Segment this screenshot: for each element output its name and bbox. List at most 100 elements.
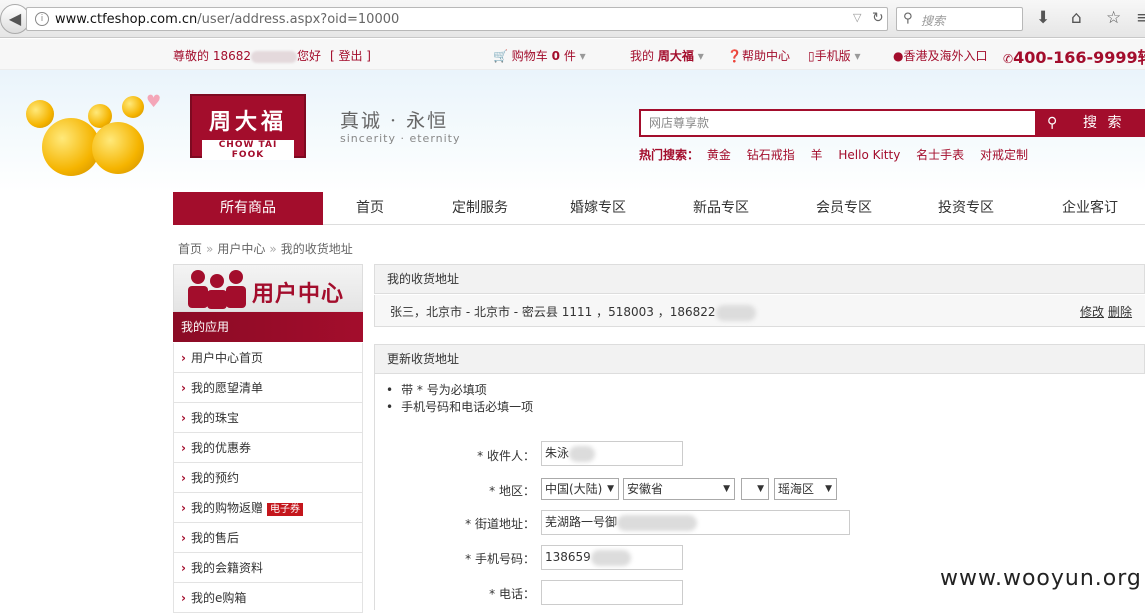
hot-word-link[interactable]: 对戒定制 <box>980 148 1028 162</box>
nav-members[interactable]: 会员专区 <box>799 192 889 225</box>
chevron-right-icon: › <box>181 531 186 545</box>
nav-all-products[interactable]: 所有商品 <box>173 192 323 225</box>
chevron-right-icon: › <box>181 471 186 485</box>
address-list-header: 我的收货地址 <box>374 264 1145 294</box>
sidebar-item-jewelry[interactable]: › 我的珠宝 <box>173 403 363 433</box>
district-select[interactable]: 瑶海区 ▼ <box>774 478 837 500</box>
sidebar-menu: › 用户中心首页 › 我的愿望清单 › 我的珠宝 › 我的优惠券 › 我的预约 › 我的购物… <box>173 343 363 613</box>
cart-icon: 🛒 <box>493 49 508 63</box>
sidebar-item-after-sales[interactable]: › 我的售后 <box>173 523 363 553</box>
province-select[interactable]: 安徽省 ▼ <box>623 478 735 500</box>
nav-home[interactable]: 首页 <box>323 192 417 225</box>
mobile-link[interactable]: ▯手机版 ▾ <box>808 47 860 64</box>
home-icon[interactable]: ⌂ <box>1071 8 1082 28</box>
slogan-chinese: 真诚 · 永恒 <box>340 110 449 132</box>
chevron-down-icon: ▼ <box>825 484 832 494</box>
phone-label: * 电话： <box>489 587 535 601</box>
help-link[interactable]: ❓帮助中心 <box>727 47 790 64</box>
address-actions: 修改 删除 <box>1080 303 1136 320</box>
user-center-banner: 用户中心 <box>173 264 363 312</box>
form-notes: 带 * 号为必填项 手机号码和电话必填一项 <box>386 382 533 416</box>
breadcrumb-user-center[interactable]: 用户中心 <box>217 242 265 256</box>
url-text: www.ctfeshop.com.cn/user/address.aspx?oi… <box>55 12 400 27</box>
phone-handset-icon: ✆ <box>1003 52 1014 66</box>
chevron-down-icon[interactable]: ▽ <box>853 11 861 24</box>
delete-address-link[interactable]: 删除 <box>1108 305 1132 319</box>
country-select[interactable]: 中国(大陆) ▼ <box>541 478 619 500</box>
phone-icon: ▯ <box>808 49 815 63</box>
redaction-blur <box>569 445 596 462</box>
main-nav: 所有商品 首页 定制服务 婚嫁专区 新品专区 会员专区 投资专区 企业客订 <box>173 192 1145 225</box>
slogan-english: sincerity · eternity <box>340 132 461 145</box>
note-phone: 手机号码和电话必填一项 <box>386 399 533 416</box>
address-text: 张三，北京市 - 北京市 - 密云县 1111 ，518003 ，186822 <box>390 303 756 321</box>
site-search: 网店尊享款 ⚲ 搜 索 <box>639 109 1145 137</box>
sidebar-item-home[interactable]: › 用户中心首页 <box>173 343 363 373</box>
edit-address-link[interactable]: 修改 <box>1080 305 1104 319</box>
breadcrumb-separator: » <box>269 242 277 256</box>
sidebar-item-rebates[interactable]: › 我的购物返赠 电子券 <box>173 493 363 523</box>
hot-word-link[interactable]: 黄金 <box>707 148 731 162</box>
nav-investment[interactable]: 投资专区 <box>921 192 1011 225</box>
e-coupon-badge: 电子券 <box>266 503 303 516</box>
address-entry: 张三，北京市 - 北京市 - 密云县 1111 ，518003 ，186822 … <box>374 295 1145 327</box>
browser-search-input[interactable]: ⚲ 搜索 <box>896 7 1023 31</box>
hot-searches: 热门搜索： 黄金 钻石戒指 羊 Hello Kitty 名士手表 对戒定制 <box>639 146 1040 163</box>
nav-corporate[interactable]: 企业客订 <box>1045 192 1135 225</box>
chevron-right-icon: › <box>181 381 186 395</box>
site-header: ♥ 周大福 CHOW TAI FOOK 真诚 · 永恒 sincerity · … <box>0 70 1145 192</box>
cart-link[interactable]: 🛒 购物车 0 件 ▾ <box>493 47 586 64</box>
recipient-input[interactable]: 朱泳 <box>541 441 683 466</box>
chevron-down-icon: ▾ <box>579 49 586 63</box>
logout-link[interactable]: [ 登出 ] <box>330 47 371 64</box>
sidebar-item-coupons[interactable]: › 我的优惠券 <box>173 433 363 463</box>
user-center-title: 用户中心 <box>252 282 345 307</box>
mickey-ornament-left-ear <box>26 100 54 128</box>
heart-icon: ♥ <box>146 92 162 112</box>
my-ctf-link[interactable]: 我的 周大福 ▾ <box>630 47 704 64</box>
site-search-input[interactable]: 网店尊享款 <box>639 109 1037 137</box>
hot-word-link[interactable]: 钻石戒指 <box>747 148 795 162</box>
hotline: ✆400-166-9999转8 <box>1003 48 1145 67</box>
redaction-blur <box>617 514 698 531</box>
breadcrumb-home[interactable]: 首页 <box>178 242 202 256</box>
chevron-down-icon: ▼ <box>723 484 730 494</box>
redaction-blur <box>590 549 631 566</box>
watermark: www.wooyun.org <box>940 566 1142 591</box>
sidebar-item-membership[interactable]: › 我的会籍资料 <box>173 553 363 583</box>
city-select[interactable]: ▼ <box>741 478 769 500</box>
browser-search-placeholder: 搜索 <box>921 14 946 28</box>
site-search-button[interactable]: ⚲ 搜 索 <box>1037 109 1145 137</box>
street-label: * 街道地址： <box>465 517 535 531</box>
hot-word-link[interactable]: 羊 <box>811 148 823 162</box>
chevron-right-icon: › <box>181 501 186 515</box>
nav-new-products[interactable]: 新品专区 <box>676 192 766 225</box>
breadcrumb: 首页» 用户中心» 我的收货地址 <box>178 240 353 257</box>
mobile-input[interactable]: 138659 <box>541 545 683 570</box>
overseas-link[interactable]: ●香港及海外入口 <box>893 47 988 64</box>
reload-icon[interactable]: ↻ <box>872 10 884 26</box>
nav-custom-service[interactable]: 定制服务 <box>435 192 525 225</box>
menu-icon[interactable]: ≡ <box>1136 8 1145 28</box>
bookmark-star-icon[interactable]: ☆ <box>1106 8 1121 28</box>
nav-wedding[interactable]: 婚嫁专区 <box>553 192 643 225</box>
update-address-header: 更新收货地址 <box>374 344 1145 374</box>
breadcrumb-current: 我的收货地址 <box>280 242 353 256</box>
hot-word-link[interactable]: 名士手表 <box>916 148 964 162</box>
globe-icon: ● <box>893 49 904 63</box>
my-apps-header: 我的应用 <box>173 312 363 342</box>
redaction-blur <box>715 304 756 321</box>
brand-logo[interactable]: 周大福 CHOW TAI FOOK <box>190 94 306 160</box>
address-bar[interactable]: i www.ctfeshop.com.cn/user/address.aspx?… <box>26 7 888 31</box>
users-icon <box>188 270 246 309</box>
sidebar-item-appointments[interactable]: › 我的预约 <box>173 463 363 493</box>
hot-word-link[interactable]: Hello Kitty <box>838 148 900 162</box>
download-icon[interactable]: ⬇ <box>1036 8 1050 28</box>
street-input[interactable]: 芜湖路一号御 <box>541 510 850 535</box>
top-info-bar: 尊敬的 18682 您好 [ 登出 ] 🛒 购物车 0 件 ▾ 我的 周大福 ▾ … <box>0 39 1145 70</box>
sidebar-item-wishlist[interactable]: › 我的愿望清单 <box>173 373 363 403</box>
help-icon: ❓ <box>727 49 742 63</box>
chevron-right-icon: › <box>181 561 186 575</box>
phone-input[interactable] <box>541 580 683 605</box>
sidebar-item-ebox[interactable]: › 我的e购箱 <box>173 583 363 613</box>
